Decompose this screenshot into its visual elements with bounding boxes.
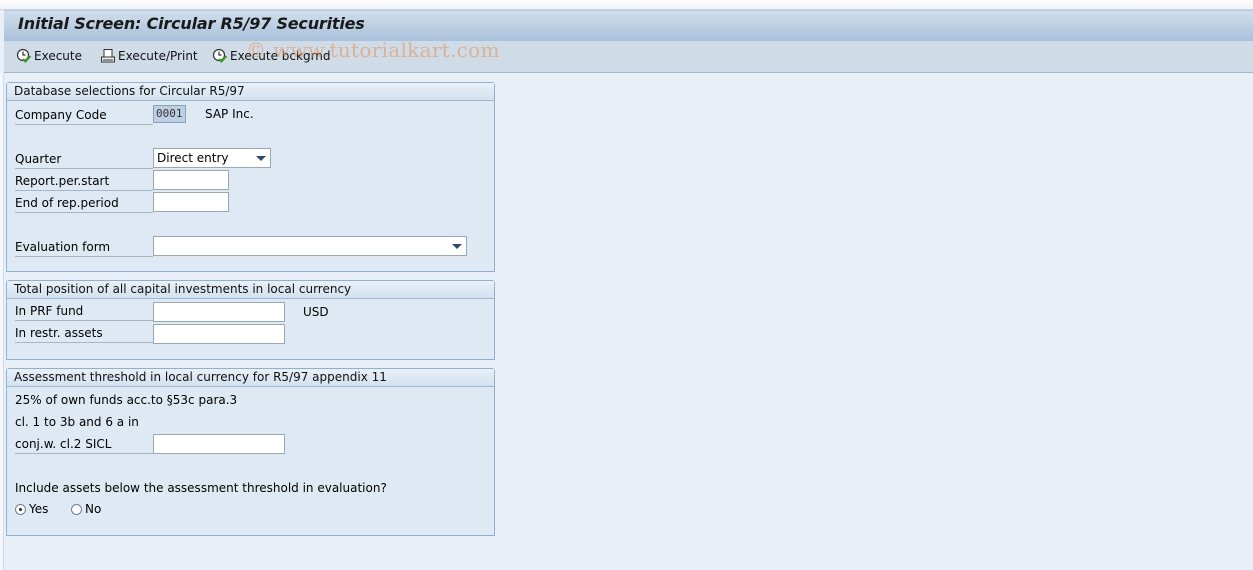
radio-no[interactable]: No (71, 502, 101, 516)
company-code-label: Company Code (15, 106, 153, 125)
total-position-group: Total position of all capital investment… (6, 280, 495, 360)
radio-yes-label: Yes (29, 502, 49, 516)
execute-button-label: Execute (34, 49, 82, 63)
report-start-input[interactable] (153, 170, 229, 190)
chevron-down-icon (452, 244, 462, 249)
radio-unselected-icon (71, 503, 82, 515)
quarter-label: Quarter (15, 150, 153, 169)
evaluation-form-dropdown[interactable] (153, 236, 467, 256)
quarter-selected: Direct entry (157, 151, 229, 165)
execute-clock-check-icon (212, 48, 228, 63)
report-end-label: End of rep.period (15, 194, 153, 213)
radio-selected-icon (15, 503, 26, 515)
execute-background-button-label: Execute bckgrnd (230, 49, 331, 63)
group-title: Total position of all capital investment… (7, 281, 494, 299)
group-title: Database selections for Circular R5/97 (7, 83, 494, 101)
evaluation-form-label: Evaluation form (15, 238, 153, 257)
include-assets-question: Include assets below the assessment thre… (15, 481, 387, 495)
threshold-text-line2: cl. 1 to 3b and 6 a in (15, 415, 139, 429)
execute-print-button[interactable]: Execute/Print (100, 47, 198, 65)
screen-title: Initial Screen: Circular R5/97 Securitie… (18, 14, 365, 33)
radio-yes[interactable]: Yes (15, 502, 48, 516)
prf-fund-input[interactable] (153, 302, 285, 322)
restr-assets-input[interactable] (153, 324, 285, 344)
report-end-input[interactable] (153, 192, 229, 212)
window-top-strip (0, 0, 1253, 10)
printer-icon (101, 49, 115, 63)
execute-print-button-label: Execute/Print (118, 49, 198, 63)
company-code-input[interactable]: 0001 (153, 105, 186, 123)
radio-no-label: No (85, 502, 102, 516)
quarter-dropdown[interactable]: Direct entry (153, 148, 271, 168)
left-border (0, 73, 4, 570)
assessment-threshold-group: Assessment threshold in local currency f… (6, 368, 495, 536)
conj-sicl-label: conj.w. cl.2 SICL (15, 435, 153, 454)
restr-assets-label: In restr. assets (15, 324, 153, 343)
database-selections-group: Database selections for Circular R5/97 C… (6, 82, 495, 272)
title-bar: Initial Screen: Circular R5/97 Securitie… (4, 10, 1253, 42)
execute-background-button[interactable]: Execute bckgrnd (212, 47, 331, 65)
execute-clock-check-icon (16, 48, 32, 63)
chevron-down-icon (256, 156, 266, 161)
report-start-label: Report.per.start (15, 172, 153, 191)
currency-label: USD (303, 305, 329, 319)
company-name: SAP Inc. (205, 107, 254, 121)
application-toolbar: Execute Execute/Print Execute bckgrnd (4, 41, 1253, 73)
threshold-text-line1: 25% of own funds acc.to §53c para.3 (15, 393, 238, 407)
group-title: Assessment threshold in local currency f… (7, 369, 494, 387)
execute-button[interactable]: Execute (16, 47, 82, 65)
conj-sicl-input[interactable] (153, 434, 285, 454)
prf-fund-label: In PRF fund (15, 302, 153, 321)
